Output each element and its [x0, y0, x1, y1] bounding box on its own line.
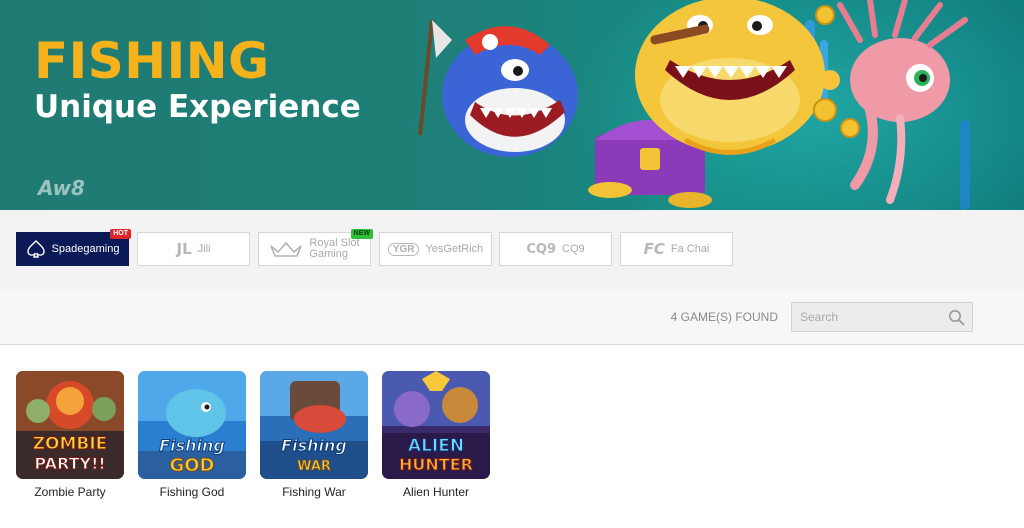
crown-icon	[270, 241, 303, 257]
golden-fish-character	[635, 0, 825, 155]
fishing-war-art: Fishing WAR	[260, 371, 368, 479]
zombie-art-line1: ZOMBIE	[33, 434, 108, 454]
game-title[interactable]: Fishing War	[260, 485, 368, 499]
search-bar: 4 GAME(S) FOUND	[0, 290, 1024, 345]
provider-tab-jili[interactable]: JL Jili	[137, 232, 250, 266]
provider-label: Spadegaming	[51, 243, 120, 255]
banner-title: FISHING	[34, 32, 270, 90]
game-thumbnail[interactable]: Fishing WAR	[260, 371, 368, 479]
zombie-art-line2: PARTY!!	[34, 454, 105, 473]
game-title[interactable]: Zombie Party	[16, 485, 124, 499]
game-title[interactable]: Alien Hunter	[382, 485, 490, 499]
provider-tab-fa-chai[interactable]: FC Fa Chai	[620, 232, 733, 266]
alien-art-line1: ALIEN	[408, 436, 464, 456]
jili-logo: JL	[176, 240, 192, 258]
search-input[interactable]	[792, 303, 942, 331]
fishing-war-art-line1: Fishing	[281, 436, 347, 455]
shark-character	[442, 26, 578, 157]
provider-tab-royal-slot-gaming[interactable]: Royal Slot Gaming NEW	[258, 229, 373, 266]
spade-icon	[26, 240, 45, 258]
provider-tab-cq9[interactable]: CQ9 CQ9	[499, 232, 612, 266]
fishing-war-art-line2: WAR	[297, 459, 331, 474]
brand-logo: Aw8	[38, 176, 85, 200]
games-found-count: 4 GAME(S) FOUND	[670, 310, 778, 324]
fishing-god-art-line1: Fishing	[159, 436, 225, 455]
fishing-banner: FISHING Unique Experience Aw8	[0, 0, 1024, 210]
game-thumbnail[interactable]: ZOMBIE PARTY!!	[16, 371, 124, 479]
cq9-logo: CQ9	[526, 241, 556, 257]
banner-subtitle: Unique Experience	[34, 89, 361, 125]
hot-badge: HOT	[110, 229, 131, 239]
lionfish-character	[837, 0, 968, 204]
fishing-god-art-line2: GOD	[169, 455, 214, 476]
provider-label: Fa Chai	[670, 243, 710, 255]
game-thumbnail[interactable]: ALIEN HUNTER	[382, 371, 490, 479]
provider-label-group: Royal Slot Gaming	[309, 238, 359, 260]
provider-label-line2: Gaming	[309, 248, 348, 260]
provider-tab-yesgetrich[interactable]: YGR YesGetRich	[379, 232, 492, 266]
provider-tabs: Spadegaming HOT JL Jili Royal Slot Gamin…	[0, 210, 1024, 290]
fa-chai-logo: FC	[643, 240, 665, 258]
provider-label: CQ9	[562, 243, 585, 255]
game-title[interactable]: Fishing God	[138, 485, 246, 499]
ygr-logo: YGR	[387, 242, 420, 256]
new-badge: NEW	[350, 229, 373, 239]
game-tile-alien-hunter[interactable]: ALIEN HUNTER Alien Hunter	[382, 371, 490, 499]
game-tile-zombie-party[interactable]: ZOMBIE PARTY!! Zombie Party	[16, 371, 124, 499]
alien-art-line2: HUNTER	[399, 455, 473, 474]
provider-tab-spadegaming[interactable]: Spadegaming HOT	[16, 229, 131, 266]
fishing-god-art: Fishing GOD	[138, 371, 246, 479]
game-tile-fishing-war[interactable]: Fishing WAR Fishing War	[260, 371, 368, 499]
provider-label: YesGetRich	[425, 243, 484, 255]
search-icon[interactable]	[948, 309, 965, 326]
search-box	[791, 302, 973, 332]
banner-artwork	[418, 0, 970, 210]
game-tile-fishing-god[interactable]: Fishing GOD Fishing God	[138, 371, 246, 499]
alien-hunter-art: ALIEN HUNTER	[382, 371, 490, 479]
provider-label: Jili	[197, 243, 211, 255]
game-thumbnail[interactable]: Fishing GOD	[138, 371, 246, 479]
zombie-party-art: ZOMBIE PARTY!!	[16, 371, 124, 479]
